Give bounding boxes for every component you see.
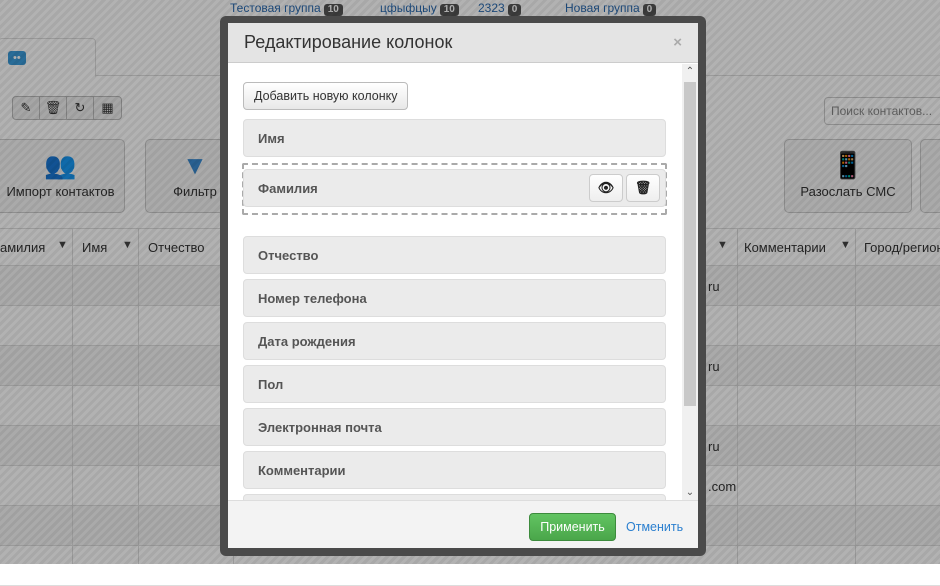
filter-icon[interactable]: ▼ [122, 239, 133, 251]
column-item[interactable]: Электронная почта [243, 408, 666, 446]
tab-active[interactable]: •• [0, 38, 96, 77]
filter-icon[interactable]: ▼ [840, 239, 851, 251]
trash-icon[interactable]: 🗑 [626, 174, 660, 202]
group-link[interactable]: Тестовая группа 10 [230, 1, 343, 16]
chevron-up-icon[interactable]: ⌃ [682, 66, 698, 77]
group-link[interactable]: Новая группа 0 [565, 1, 657, 16]
column-item[interactable]: Имя [243, 119, 666, 157]
trash-icon[interactable]: 🗑 [40, 97, 67, 119]
search-input[interactable]: Поиск контактов... [824, 97, 940, 125]
cancel-link[interactable]: Отменить [626, 520, 683, 534]
column-item[interactable]: Пол [243, 365, 666, 403]
scrollbar[interactable]: ⌃ ⌄ [682, 64, 698, 500]
users-add-icon: 👥 [44, 150, 77, 180]
column-item[interactable]: Дата рождения [243, 322, 666, 360]
apply-button[interactable]: Применить [529, 513, 616, 541]
eye-icon[interactable]: 👁 [589, 174, 623, 202]
column-item[interactable]: Комментарии [243, 451, 666, 489]
cell-email: ru [708, 279, 720, 294]
column-item[interactable]: Номер телефона [243, 279, 666, 317]
toolbar: ✎ 🗑 ↻ ▦ [12, 96, 122, 120]
columns-list: Добавить новую колонку Имя Фамилия 👁 🗑 О… [228, 64, 698, 500]
cell-email: ru [708, 359, 720, 374]
group-bar: Тестовая группа 10 цфыфцыу 10 2323 0 Новая … [0, 0, 940, 16]
edit-columns-modal: Редактирование колонок × Добавить новую … [228, 23, 698, 548]
group-link[interactable]: 2323 0 [478, 1, 522, 16]
chevron-down-icon[interactable]: ⌄ [682, 487, 698, 498]
group-link[interactable]: цфыфцыу 10 [380, 1, 459, 16]
cell-email: ru [708, 439, 720, 454]
refresh-icon[interactable]: ↻ [67, 97, 94, 119]
column-item[interactable]: Отчество [243, 236, 666, 274]
edit-icon[interactable]: ✎ [13, 97, 40, 119]
import-contacts-button[interactable]: 👥 Импорт контактов [0, 139, 125, 213]
more-button[interactable] [920, 139, 940, 213]
column-item[interactable]: Фамилия 👁 🗑 [243, 169, 666, 207]
close-icon[interactable]: × [673, 34, 682, 51]
cell-email: .com [708, 479, 737, 494]
phone-icon: 📱 [831, 150, 865, 180]
add-column-button[interactable]: Добавить новую колонку [243, 82, 409, 110]
filter-icon[interactable]: ▼ [57, 239, 68, 251]
columns-icon[interactable]: ▦ [94, 97, 121, 119]
modal-footer: Применить Отменить [228, 500, 698, 548]
filter-icon[interactable]: ▼ [717, 239, 728, 251]
scrollbar-thumb[interactable] [684, 82, 696, 406]
modal-title: Редактирование колонок [244, 32, 453, 52]
send-sms-button[interactable]: 📱 Разослать СМС [784, 139, 912, 213]
